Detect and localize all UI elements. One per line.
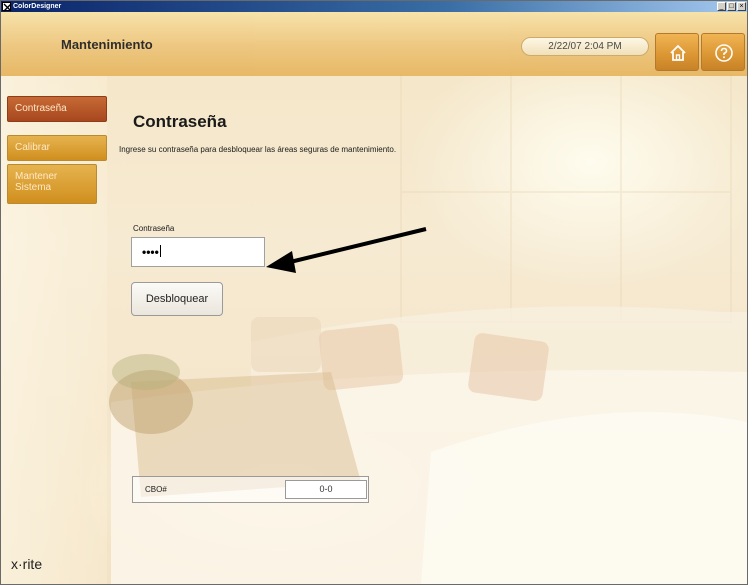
unlock-button[interactable]: Desbloquear: [131, 282, 223, 316]
minimize-button[interactable]: _: [717, 2, 726, 11]
sidebar-item-mantener-sistema[interactable]: Mantener Sistema: [7, 164, 97, 204]
page-section-title: Mantenimiento: [61, 37, 153, 52]
cbo-value-field: 0-0: [285, 480, 367, 499]
annotation-arrow: [266, 227, 427, 273]
password-label: Contraseña: [133, 224, 175, 233]
cbo-label: CBO#: [145, 485, 167, 494]
sidebar-item-calibrar[interactable]: Calibrar: [7, 135, 107, 161]
help-button[interactable]: [701, 33, 745, 71]
home-icon: [670, 44, 686, 61]
sidebar-item-label: Contraseña: [15, 103, 67, 114]
sidebar-item-contrasena[interactable]: Contraseña: [7, 96, 107, 122]
page-title: Contraseña: [133, 112, 227, 131]
text-caret: [159, 245, 161, 257]
logo-text: x·rite: [11, 556, 43, 572]
cbo-panel: CBO# 0-0: [132, 476, 369, 503]
password-value: ••••: [142, 245, 159, 259]
title-bar: ColorDesigner _ □ ×: [1, 1, 747, 12]
background-photo: [1, 12, 747, 584]
sidebar: Contraseña Calibrar Mantener Sistema: [1, 76, 107, 584]
password-input[interactable]: ••••: [131, 237, 265, 267]
app-icon: [2, 2, 12, 12]
sidebar-item-label: Mantener Sistema: [15, 171, 58, 193]
xrite-logo: x·rite: [11, 556, 42, 572]
window-title: ColorDesigner: [13, 3, 62, 10]
home-button[interactable]: [655, 33, 699, 71]
close-button[interactable]: ×: [737, 2, 746, 11]
header-bar: Mantenimiento 2/22/07 2:04 PM: [1, 12, 747, 76]
maximize-button[interactable]: □: [727, 2, 736, 11]
application-window: ColorDesigner _ □ × Mantenimiento 2/22/0…: [0, 0, 748, 585]
sidebar-item-label: Calibrar: [15, 142, 51, 153]
help-icon: [715, 44, 733, 62]
datetime-display: 2/22/07 2:04 PM: [521, 37, 649, 56]
instructions-text: Ingrese su contraseña para desbloquear l…: [119, 145, 397, 154]
